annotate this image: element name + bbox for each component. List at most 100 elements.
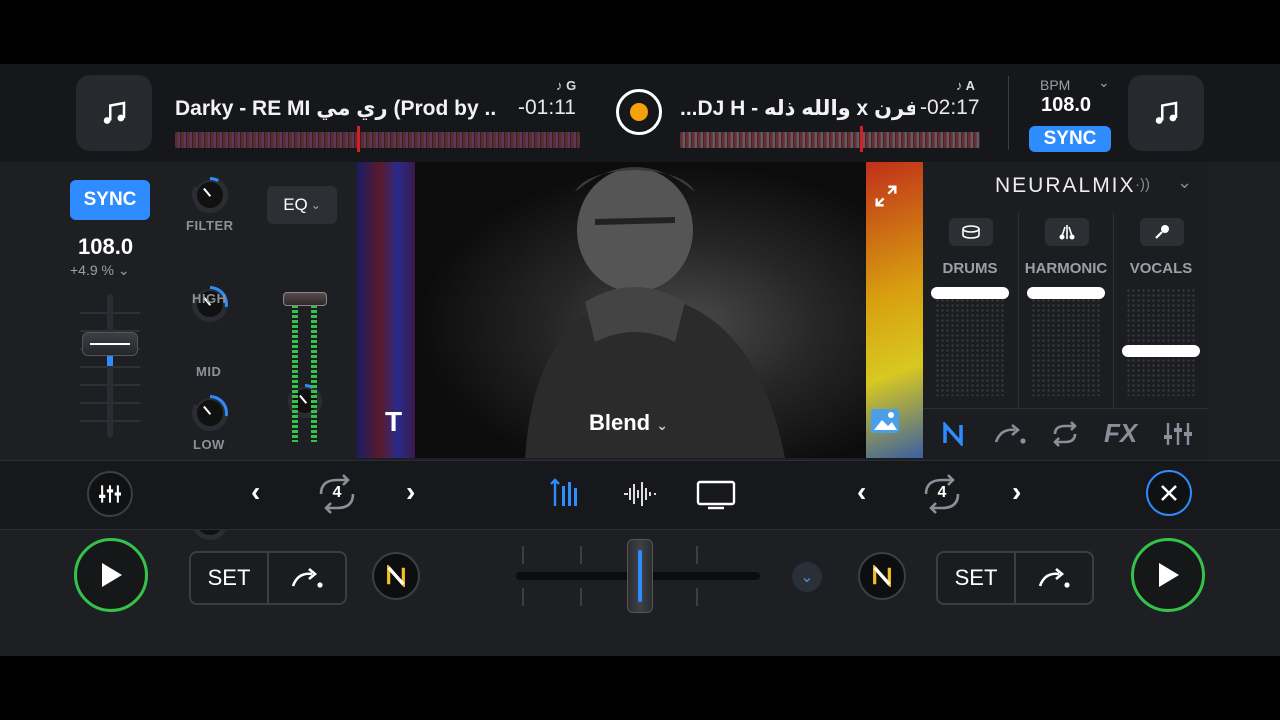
loop-right-next-button[interactable]: › <box>1012 476 1021 508</box>
cue-icon[interactable] <box>993 422 1027 451</box>
close-button[interactable] <box>1146 470 1192 516</box>
neuralmix-panel: NEURALMIX ·)) ⌄ DRUMS HARMONIC VOCALS FX <box>923 162 1208 458</box>
stem-vocals-label: VOCALS <box>1129 260 1193 277</box>
music-note-icon <box>103 101 126 124</box>
deck-left-playhead <box>357 126 360 152</box>
high-label: HIGH <box>192 291 227 306</box>
stem-harmonic-label: HARMONIC <box>1024 260 1108 277</box>
master-bpm-label: BPM <box>1040 77 1071 93</box>
loop-left-next-button[interactable]: › <box>406 476 415 508</box>
deck-left-neural-button[interactable] <box>372 552 420 600</box>
neural-icon <box>387 565 405 587</box>
cue-icon <box>291 568 323 588</box>
play-icon <box>1159 563 1179 587</box>
deck-right-key: ♪ A <box>956 78 976 93</box>
pitch-fader-track[interactable] <box>107 294 113 438</box>
waveform-view-icon[interactable] <box>622 480 658 513</box>
master-bpm-value[interactable]: 108.0 <box>1041 94 1091 117</box>
video-view-icon[interactable] <box>696 480 736 515</box>
stem-harmonic-handle[interactable] <box>1027 287 1105 299</box>
deck-left-track-title: Darky - RE MI ري مي (Prod by .. <box>175 97 497 120</box>
mid-knob[interactable] <box>192 395 228 431</box>
mixer-settings-button[interactable] <box>87 471 133 517</box>
vu-meter-left <box>292 300 298 442</box>
loop-right-prev-button[interactable]: ‹ <box>857 476 866 508</box>
crossfader-handle[interactable] <box>627 539 653 613</box>
deck-left-pitch[interactable]: +4.9 % ⌄ <box>70 262 130 279</box>
filter-label: FILTER <box>186 218 234 233</box>
stem-harmonic-grid <box>1031 288 1101 396</box>
stem-harmonic[interactable]: HARMONIC <box>1018 212 1113 408</box>
close-icon <box>1161 485 1177 501</box>
deck-left-play-button[interactable] <box>74 538 148 612</box>
deck-left-sync-button[interactable]: SYNC <box>70 180 150 220</box>
deck-left-setcue-group: SET <box>189 551 347 605</box>
deck-left-waveform[interactable] <box>175 132 580 148</box>
loop-left-prev-button[interactable]: ‹ <box>251 476 260 508</box>
stem-vocals-grid <box>1126 288 1196 396</box>
dj-app: ♪ G Darky - RE MI ري مي (Prod by .. -01:… <box>0 64 1280 656</box>
stem-vocals[interactable]: VOCALS <box>1113 212 1208 408</box>
filter-knob[interactable] <box>192 177 228 213</box>
stem-drums-handle[interactable] <box>931 287 1009 299</box>
mixer-icon <box>99 485 121 503</box>
video-preview[interactable]: T Blend ⌄ <box>357 162 923 458</box>
play-icon <box>102 563 122 587</box>
loop-right-size: 4 <box>937 484 947 501</box>
fx-icon[interactable]: FX <box>1104 418 1137 449</box>
neuralmix-divider <box>923 408 1208 409</box>
mixer-icon[interactable] <box>1163 420 1193 453</box>
record-button[interactable] <box>616 89 662 135</box>
loop-icon[interactable] <box>1050 420 1080 453</box>
right-gutter <box>1208 162 1280 458</box>
guitar-icon[interactable] <box>1045 218 1089 246</box>
chevron-down-icon: ⌄ <box>656 417 668 433</box>
deck-right-setcue-group: SET <box>936 551 1094 605</box>
pitch-fader-handle[interactable] <box>82 332 138 356</box>
top-divider <box>1008 76 1009 150</box>
eq-dropdown[interactable]: EQ ⌄ <box>267 186 337 224</box>
deck-left-set-button[interactable]: SET <box>191 553 269 603</box>
vu-meter-right <box>311 300 317 442</box>
deck-left-key: ♪ G <box>556 78 577 93</box>
deck-left-artwork-button[interactable] <box>76 75 152 151</box>
transition-dropdown[interactable]: Blend ⌄ <box>589 410 668 436</box>
deck-right-play-button[interactable] <box>1131 538 1205 612</box>
image-icon[interactable] <box>870 408 900 439</box>
deck-right-set-button[interactable]: SET <box>938 553 1016 603</box>
neural-icon <box>873 565 891 587</box>
deck-right-time: -02:17 <box>920 96 980 119</box>
chevron-down-icon[interactable]: ⌄ <box>1177 172 1192 193</box>
neuralmix-signal-icon: ·)) <box>1135 176 1150 193</box>
deck-left-bpm[interactable]: 108.0 <box>78 234 133 260</box>
deck-right-playhead <box>860 126 863 152</box>
crossfader-menu-button[interactable]: ⌄ <box>792 562 822 592</box>
deck-right-cue-button[interactable] <box>1016 553 1092 603</box>
master-sync-button[interactable]: SYNC <box>1029 126 1111 152</box>
deck-left-time: -01:11 <box>518 96 576 119</box>
mic-icon[interactable] <box>1140 218 1184 246</box>
music-note-icon <box>1155 101 1178 124</box>
deck-right-track-title: ...DJ H - والله ذله x فرن <box>680 97 915 120</box>
deck-right-neural-button[interactable] <box>858 552 906 600</box>
stem-drums-label: DRUMS <box>942 260 998 277</box>
neural-icon[interactable] <box>941 420 965 451</box>
eq-view-icon[interactable] <box>547 478 581 513</box>
deck-left-cue-button[interactable] <box>269 553 345 603</box>
drum-icon[interactable] <box>949 218 993 246</box>
neuralmix-title: NEURALMIX <box>995 174 1136 197</box>
chevron-down-icon[interactable]: ⌄ <box>1098 74 1110 91</box>
stem-vocals-handle[interactable] <box>1122 345 1200 357</box>
channel-fader-handle[interactable] <box>283 292 327 306</box>
expand-icon[interactable] <box>872 182 900 215</box>
cue-icon <box>1038 568 1070 588</box>
deck-right-artwork-button[interactable] <box>1128 75 1204 151</box>
stem-drums[interactable]: DRUMS <box>923 212 1017 408</box>
low-label: LOW <box>193 437 225 452</box>
loop-left-size: 4 <box>332 484 342 501</box>
deck-right-waveform[interactable] <box>680 132 980 148</box>
text-tool-button[interactable]: T <box>385 406 402 438</box>
chevron-down-icon: ⌄ <box>117 262 130 278</box>
loop-left-button[interactable]: 4 <box>313 472 361 516</box>
loop-right-button[interactable]: 4 <box>918 472 966 516</box>
